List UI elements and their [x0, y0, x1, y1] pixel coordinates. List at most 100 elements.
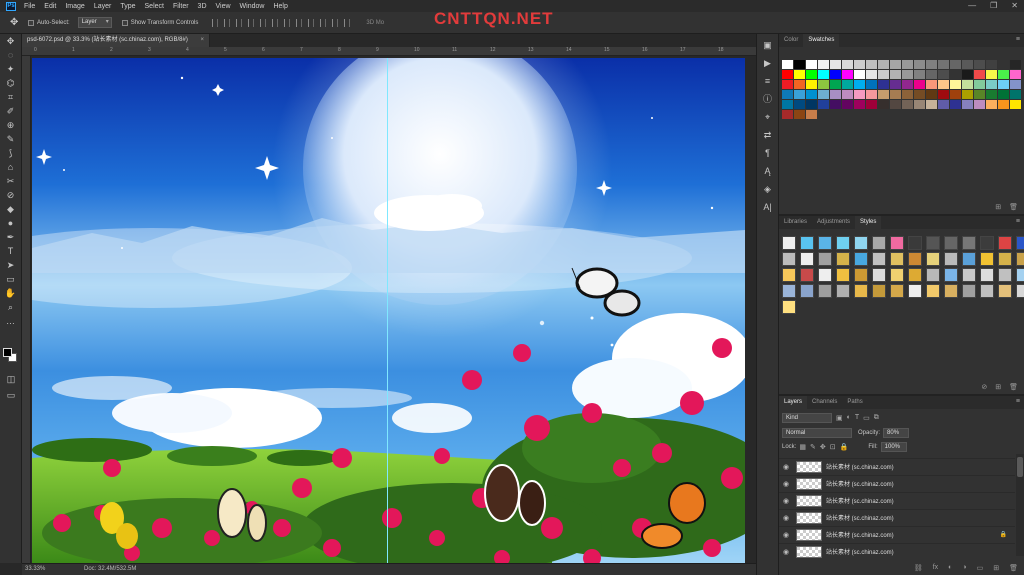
color-swatch[interactable]	[974, 60, 985, 69]
pen-tool-icon[interactable]: ✒	[3, 231, 19, 244]
color-swatch[interactable]	[986, 100, 997, 109]
color-swatch[interactable]	[974, 100, 985, 109]
filter-smart-icon[interactable]: ⧉	[874, 414, 879, 422]
color-swatch[interactable]	[950, 60, 961, 69]
dodge-tool-icon[interactable]: ●	[3, 217, 19, 230]
style-preset[interactable]	[782, 268, 796, 282]
color-swatch[interactable]	[878, 100, 889, 109]
color-swatch[interactable]	[818, 80, 829, 89]
auto-select-dropdown[interactable]: Layer	[77, 17, 112, 28]
style-preset[interactable]	[836, 268, 850, 282]
show-transform-checkbox[interactable]: Show Transform Controls	[121, 19, 198, 26]
color-swatch[interactable]	[1010, 90, 1021, 99]
tab-adjustments[interactable]: Adjustments	[812, 216, 855, 229]
color-swatch[interactable]	[914, 100, 925, 109]
zoom-level[interactable]: 33.33%	[25, 564, 45, 575]
color-swatch[interactable]	[902, 80, 913, 89]
layer-row[interactable]: ◉ 站长素材 (sc.chinaz.com) 🔒	[779, 526, 1015, 542]
distribute-icon[interactable]	[308, 18, 315, 27]
color-swatch[interactable]	[794, 80, 805, 89]
style-preset[interactable]	[944, 268, 958, 282]
color-swatch[interactable]	[854, 60, 865, 69]
info-panel-icon[interactable]: ⓘ	[761, 92, 775, 106]
color-swatch[interactable]	[830, 60, 841, 69]
color-swatch[interactable]	[854, 70, 865, 79]
layer-row[interactable]: ◉ 站长素材 (sc.chinaz.com)	[779, 543, 1015, 559]
color-swatch[interactable]	[782, 60, 793, 69]
delete-layer-icon[interactable]: 🗑	[1009, 564, 1018, 572]
more-tools-icon[interactable]: …	[3, 315, 19, 328]
character-panel-icon[interactable]: Ą	[761, 164, 775, 178]
align-icon[interactable]	[236, 18, 243, 27]
style-preset[interactable]	[890, 284, 904, 298]
brush-tool-icon[interactable]: ✎	[3, 133, 19, 146]
color-swatch[interactable]	[842, 70, 853, 79]
align-icon[interactable]	[212, 18, 219, 27]
layer-mask-icon[interactable]: ◐	[948, 564, 952, 572]
color-swatch[interactable]	[830, 100, 841, 109]
color-swatch[interactable]	[926, 90, 937, 99]
color-swatch[interactable]	[806, 70, 817, 79]
visibility-eye-icon[interactable]: ◉	[779, 531, 793, 539]
color-swatch[interactable]	[818, 100, 829, 109]
style-preset[interactable]	[818, 284, 832, 298]
color-swatch[interactable]	[962, 80, 973, 89]
style-preset[interactable]	[980, 268, 994, 282]
tab-color[interactable]: Color	[779, 34, 803, 47]
style-preset[interactable]	[890, 252, 904, 266]
color-swatch[interactable]	[914, 90, 925, 99]
style-preset[interactable]	[836, 252, 850, 266]
menu-file[interactable]: File	[24, 3, 35, 10]
panel-menu-icon[interactable]: ≡	[1016, 36, 1020, 43]
color-swatch[interactable]	[914, 70, 925, 79]
link-layers-icon[interactable]: ⛓	[914, 564, 923, 572]
color-swatch[interactable]	[818, 90, 829, 99]
clone-source-icon[interactable]: ⇄	[761, 128, 775, 142]
crop-tool-icon[interactable]: ⌬	[3, 77, 19, 90]
distribute-icon[interactable]	[332, 18, 339, 27]
style-preset[interactable]	[980, 236, 994, 250]
brush-settings-icon[interactable]: ⌖	[761, 110, 775, 124]
color-swatch[interactable]	[938, 80, 949, 89]
style-preset[interactable]	[872, 252, 886, 266]
style-preset[interactable]	[998, 268, 1012, 282]
marquee-tool-icon[interactable]: ◌	[3, 49, 19, 62]
type-tool-icon[interactable]: T	[3, 245, 19, 258]
3d-panel-icon[interactable]: ◈	[761, 182, 775, 196]
color-swatch[interactable]	[974, 80, 985, 89]
move-tool-icon[interactable]: ✥	[3, 35, 19, 48]
color-swatch[interactable]	[794, 110, 805, 119]
style-preset[interactable]	[800, 236, 814, 250]
style-preset[interactable]	[926, 252, 940, 266]
minimize-icon[interactable]: —	[968, 1, 976, 10]
color-swatch[interactable]	[950, 90, 961, 99]
tab-paths[interactable]: Paths	[842, 396, 867, 409]
color-swatch[interactable]	[926, 100, 937, 109]
tab-layers[interactable]: Layers	[779, 396, 808, 409]
move-tool-icon[interactable]: ✥	[10, 17, 28, 28]
style-preset[interactable]	[782, 300, 796, 314]
menu-view[interactable]: View	[216, 3, 231, 10]
style-preset[interactable]	[782, 284, 796, 298]
style-preset[interactable]	[1016, 252, 1024, 266]
style-preset[interactable]	[1016, 236, 1024, 250]
color-swatch[interactable]	[830, 80, 841, 89]
color-swatch[interactable]	[926, 70, 937, 79]
properties-panel-icon[interactable]: ≡	[761, 74, 775, 88]
style-preset[interactable]	[980, 252, 994, 266]
color-swatch[interactable]	[950, 80, 961, 89]
visibility-eye-icon[interactable]: ◉	[779, 497, 793, 505]
style-preset[interactable]	[890, 268, 904, 282]
style-preset[interactable]	[836, 284, 850, 298]
style-preset[interactable]	[944, 252, 958, 266]
style-preset[interactable]	[854, 268, 868, 282]
actions-panel-icon[interactable]: ▶	[761, 56, 775, 70]
color-swatch[interactable]	[842, 100, 853, 109]
color-swatch[interactable]	[830, 70, 841, 79]
style-preset[interactable]	[818, 268, 832, 282]
color-swatch[interactable]	[794, 70, 805, 79]
filter-shape-icon[interactable]: ▭	[863, 414, 870, 422]
color-swatch[interactable]	[962, 60, 973, 69]
visibility-eye-icon[interactable]: ◉	[779, 514, 793, 522]
style-preset[interactable]	[998, 284, 1012, 298]
